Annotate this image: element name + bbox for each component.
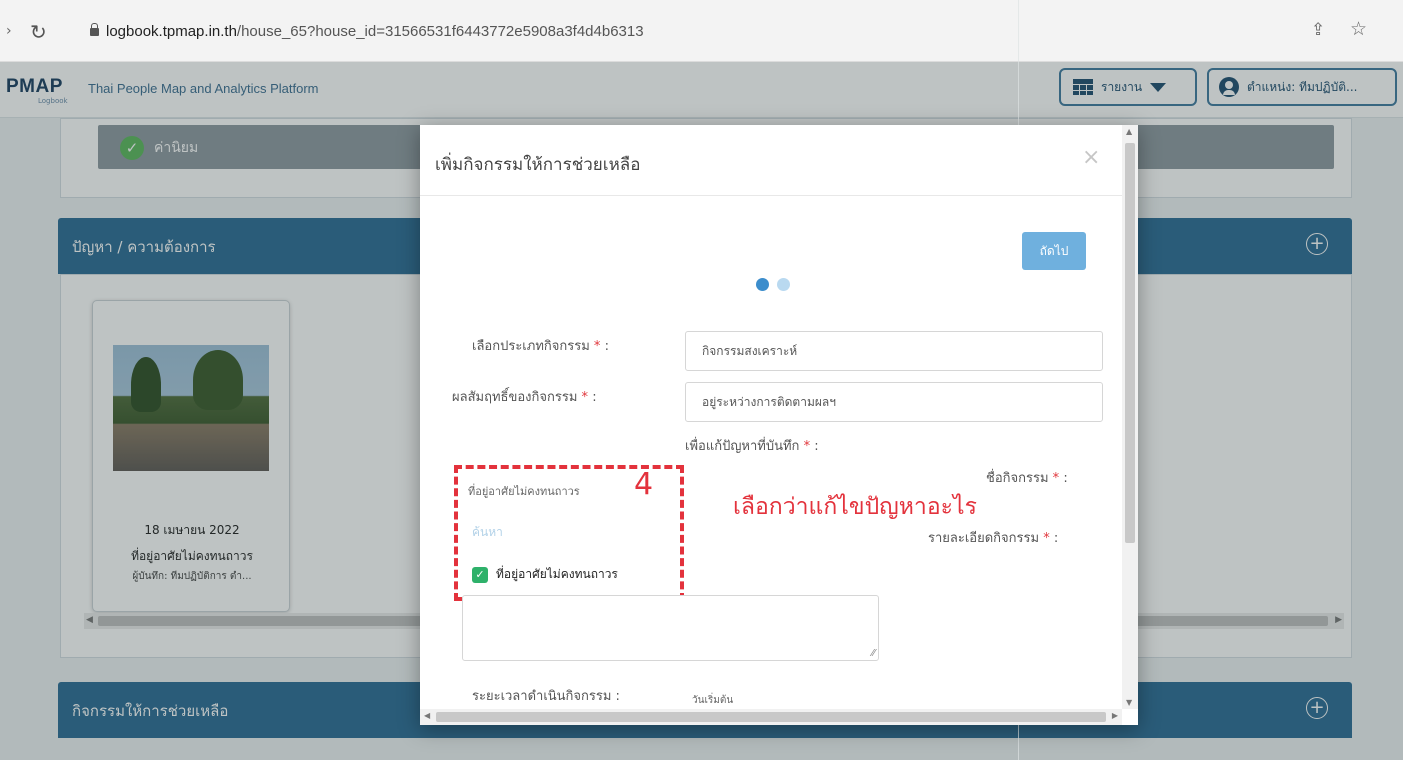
step-dot-2	[777, 278, 790, 291]
annotation-text: เลือกว่าแก้ไขปัญหาอะไร	[733, 494, 977, 520]
url-host: logbook.tpmap.in.th	[106, 23, 237, 40]
scroll-right-icon[interactable]: ▶	[1112, 711, 1118, 720]
share-icon[interactable]: ⇪	[1311, 20, 1325, 40]
activity-name-label-text: ชื่อกิจกรรม	[986, 471, 1049, 486]
step-dot-1	[756, 278, 769, 291]
solve-problem-label-text: เพื่อแก้ปัญหาที่บันทึก	[685, 439, 800, 454]
outcome-select[interactable]: อยู่ระหว่างการติดตามผลฯ	[685, 382, 1103, 422]
modal-scrollbar-thumb[interactable]	[1125, 143, 1135, 543]
label-colon: :	[592, 390, 597, 405]
activity-type-select[interactable]: กิจกรรมสงเคราะห์	[685, 331, 1103, 371]
reload-icon[interactable]: ↻	[30, 20, 47, 44]
browser-toolbar: › ↻ logbook.tpmap.in.th/house_65?house_i…	[0, 0, 1403, 62]
required-mark: *	[1043, 531, 1050, 546]
lock-icon[interactable]	[90, 23, 99, 36]
modal-title: เพิ่มกิจกรรมให้การช่วยเหลือ	[435, 155, 641, 175]
activity-detail-textarea[interactable]: ⁄⁄	[462, 595, 879, 661]
outcome-label: ผลสัมฤทธิ์ของกิจกรรม * :	[452, 386, 597, 407]
add-activity-modal: เพิ่มกิจกรรมให้การช่วยเหลือ × ถัดไป เลือ…	[420, 125, 1138, 725]
modal-horizontal-scrollbar[interactable]: ◀ ▶	[420, 709, 1122, 725]
modal-hscroll-thumb[interactable]	[436, 712, 1106, 722]
annotation-step-number: 4	[634, 467, 654, 502]
solve-problem-label: เพื่อแก้ปัญหาที่บันทึก * :	[685, 435, 819, 456]
required-mark: *	[593, 339, 601, 354]
address-bar[interactable]: logbook.tpmap.in.th/house_65?house_id=31…	[106, 23, 644, 40]
start-date-label: วันเริ่มต้น	[692, 695, 734, 706]
label-colon: :	[604, 339, 609, 354]
activity-type-label: เลือกประเภทกิจกรรม * :	[472, 335, 609, 356]
required-mark: *	[803, 439, 811, 454]
scroll-up-icon[interactable]: ▲	[1126, 127, 1132, 136]
label-colon: :	[1053, 531, 1059, 546]
next-button[interactable]: ถัดไป	[1022, 232, 1086, 270]
required-mark: *	[581, 390, 589, 405]
close-icon[interactable]: ×	[1082, 145, 1100, 170]
required-mark: *	[1052, 471, 1060, 486]
back-icon[interactable]: ›	[6, 23, 12, 39]
modal-vertical-scrollbar[interactable]: ▲ ▼	[1122, 125, 1138, 709]
scroll-down-icon[interactable]: ▼	[1126, 698, 1132, 707]
scroll-left-icon[interactable]: ◀	[424, 711, 430, 720]
label-colon: :	[1063, 471, 1068, 486]
activity-name-label: ชื่อกิจกรรม * :	[986, 467, 1068, 488]
modal-title-divider	[420, 195, 1122, 196]
activity-detail-label: รายละเอียดกิจกรรม * :	[928, 527, 1058, 548]
resize-handle-icon[interactable]: ⁄⁄	[872, 648, 875, 659]
label-colon: :	[814, 439, 819, 454]
outcome-label-text: ผลสัมฤทธิ์ของกิจกรรม	[452, 390, 578, 405]
activity-detail-label-text: รายละเอียดกิจกรรม	[928, 531, 1040, 546]
duration-label: ระยะเวลาดำเนินกิจกรรม :	[472, 689, 620, 704]
step-indicator	[756, 278, 790, 291]
activity-type-label-text: เลือกประเภทกิจกรรม	[472, 339, 590, 354]
url-path: /house_65?house_id=31566531f6443772e5908…	[236, 23, 644, 40]
bookmark-star-icon[interactable]: ☆	[1350, 18, 1367, 40]
